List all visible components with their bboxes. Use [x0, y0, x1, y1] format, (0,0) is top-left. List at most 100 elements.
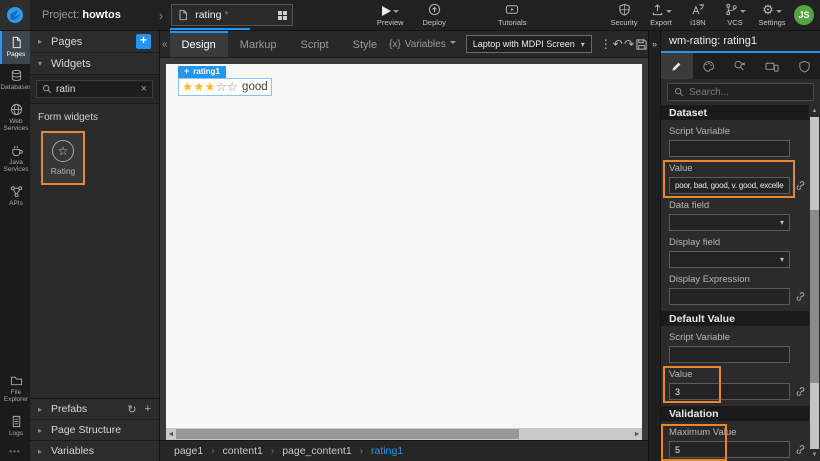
more-options-kebab-icon[interactable]: ⋮: [600, 37, 612, 51]
dashboard-grid-icon[interactable]: [278, 11, 287, 20]
page-canvas[interactable]: + rating1 ★★★ ☆☆ good: [166, 64, 642, 428]
pages-section-header[interactable]: ▸ Pages +: [30, 31, 159, 53]
properties-panel: wm-rating: rating1: [660, 31, 820, 461]
deploy-button[interactable]: Deploy: [419, 0, 449, 30]
properties-search-box[interactable]: [667, 83, 814, 101]
properties-panel-tabs: [661, 53, 820, 79]
scrollbar-thumb[interactable]: [176, 429, 519, 439]
widget-search-input[interactable]: [56, 84, 137, 95]
script-variable-input[interactable]: [669, 140, 790, 157]
device-selector[interactable]: Laptop with MDPI Screen ▾: [466, 35, 592, 53]
page-structure-section-header[interactable]: ▸ Page Structure: [30, 419, 159, 440]
data-field-select[interactable]: ▾: [669, 214, 790, 231]
rating-widget-body[interactable]: ★★★ ☆☆ good: [178, 78, 272, 96]
i18n-button[interactable]: i18N: [683, 0, 713, 30]
breadcrumb-rating1-active[interactable]: rating1: [371, 445, 403, 457]
widget-search-box[interactable]: ×: [36, 80, 153, 98]
collapse-left-panel-button[interactable]: «: [160, 39, 170, 50]
rail-item-apis[interactable]: APIs: [0, 180, 30, 213]
display-field-select[interactable]: ▾: [669, 251, 790, 268]
wavemaker-logo[interactable]: [0, 0, 30, 30]
active-tab-underline: [170, 28, 250, 30]
open-page-tab[interactable]: rating *: [171, 4, 293, 26]
globe-icon: [10, 103, 23, 116]
refresh-prefabs-icon[interactable]: ↻: [127, 403, 136, 416]
maximum-value-input[interactable]: [669, 441, 790, 458]
clear-search-icon[interactable]: ×: [141, 83, 147, 95]
properties-vertical-scrollbar[interactable]: ▲ ▼: [809, 105, 820, 461]
default-value-section-header[interactable]: Default Value: [661, 311, 809, 326]
bind-link-icon[interactable]: [795, 386, 807, 398]
scroll-left-arrow-icon[interactable]: ◄: [166, 431, 176, 438]
validation-section-header[interactable]: Validation: [661, 406, 809, 421]
tab-security[interactable]: [788, 53, 820, 79]
rating1-widget[interactable]: + rating1 ★★★ ☆☆ good: [178, 65, 272, 96]
rail-item-file-explorer[interactable]: File Explorer: [0, 369, 30, 410]
field-label: Script Variable: [669, 126, 801, 137]
collapse-right-panel-button[interactable]: »: [648, 31, 660, 461]
filled-stars[interactable]: ★★★: [182, 79, 216, 94]
bind-link-icon[interactable]: [795, 444, 807, 456]
undo-button[interactable]: ↶: [612, 37, 624, 51]
display-expression-input[interactable]: [669, 288, 790, 305]
breadcrumb-separator-icon: ›: [211, 446, 214, 457]
rail-item-logs[interactable]: Logs: [0, 410, 30, 443]
tab-devices[interactable]: [756, 53, 788, 79]
scroll-up-arrow-icon[interactable]: ▲: [812, 105, 818, 117]
widgets-section-header[interactable]: ▾ Widgets: [30, 53, 159, 75]
rail-item-web-services[interactable]: Web Services: [0, 98, 30, 139]
move-handle-icon[interactable]: +: [184, 67, 189, 75]
breadcrumb-page1[interactable]: page1: [174, 445, 203, 457]
add-page-button[interactable]: +: [136, 34, 151, 49]
redo-button[interactable]: ↷: [623, 37, 635, 51]
properties-search-input[interactable]: [689, 87, 807, 98]
pages-header-label: Pages: [51, 36, 82, 48]
selected-widget-label[interactable]: + rating1: [178, 66, 226, 78]
variables-section-header[interactable]: ▸ Variables: [30, 440, 159, 461]
canvas-horizontal-scrollbar[interactable]: ◄ ►: [166, 428, 642, 440]
tutorials-label: Tutorials: [498, 18, 526, 27]
tab-script[interactable]: Script: [288, 31, 340, 57]
export-button[interactable]: Export: [646, 0, 676, 30]
field-label: Display field: [669, 237, 801, 248]
security-button[interactable]: Security: [609, 0, 639, 30]
bind-link-icon[interactable]: [795, 291, 807, 303]
dataset-section-header[interactable]: Dataset: [661, 105, 809, 120]
save-button[interactable]: [635, 38, 648, 51]
dataset-value-input[interactable]: [669, 177, 790, 194]
rail-item-pages[interactable]: Pages: [0, 31, 30, 64]
rail-overflow-icon[interactable]: •••: [0, 443, 30, 461]
rail-item-java-services[interactable]: Java Services: [0, 139, 30, 180]
deploy-icon: [428, 3, 441, 16]
tab-design[interactable]: Design: [170, 31, 228, 57]
i18n-label: i18N: [690, 18, 705, 27]
scrollbar-thumb[interactable]: [810, 210, 819, 383]
bind-link-icon[interactable]: [795, 180, 807, 192]
breadcrumb-content1[interactable]: content1: [223, 445, 263, 457]
default-script-variable-input[interactable]: [669, 346, 790, 363]
pencil-icon: [670, 60, 683, 73]
scrollbar-track[interactable]: [810, 117, 819, 449]
tutorials-video-icon: [505, 3, 519, 16]
rail-item-databases[interactable]: Databases: [0, 64, 30, 97]
tab-markup[interactable]: Markup: [228, 31, 289, 57]
user-avatar[interactable]: JS: [794, 5, 814, 25]
tab-events[interactable]: [725, 53, 757, 79]
scroll-down-arrow-icon[interactable]: ▼: [812, 449, 818, 461]
tab-properties[interactable]: [661, 53, 693, 79]
settings-button[interactable]: ⚙ Settings: [757, 0, 787, 30]
vcs-button[interactable]: VCS: [720, 0, 750, 30]
tutorials-button[interactable]: Tutorials: [497, 0, 527, 30]
scroll-right-arrow-icon[interactable]: ►: [632, 431, 642, 438]
prefabs-section-header[interactable]: ▸ Prefabs ↻ +: [30, 398, 159, 419]
tab-style[interactable]: Style: [341, 31, 389, 57]
preview-button[interactable]: Preview: [375, 0, 405, 30]
rating-widget-tile[interactable]: ☆ Rating: [41, 131, 85, 185]
empty-stars[interactable]: ☆☆: [216, 79, 238, 94]
default-value-input[interactable]: [669, 383, 790, 400]
add-prefab-icon[interactable]: +: [145, 403, 151, 416]
tab-styles[interactable]: [693, 53, 725, 79]
left-panel: ▸ Pages + ▾ Widgets × Form widg: [30, 31, 160, 461]
breadcrumb-page-content1[interactable]: page_content1: [282, 445, 351, 457]
variables-button[interactable]: {x} Variables: [389, 39, 456, 50]
